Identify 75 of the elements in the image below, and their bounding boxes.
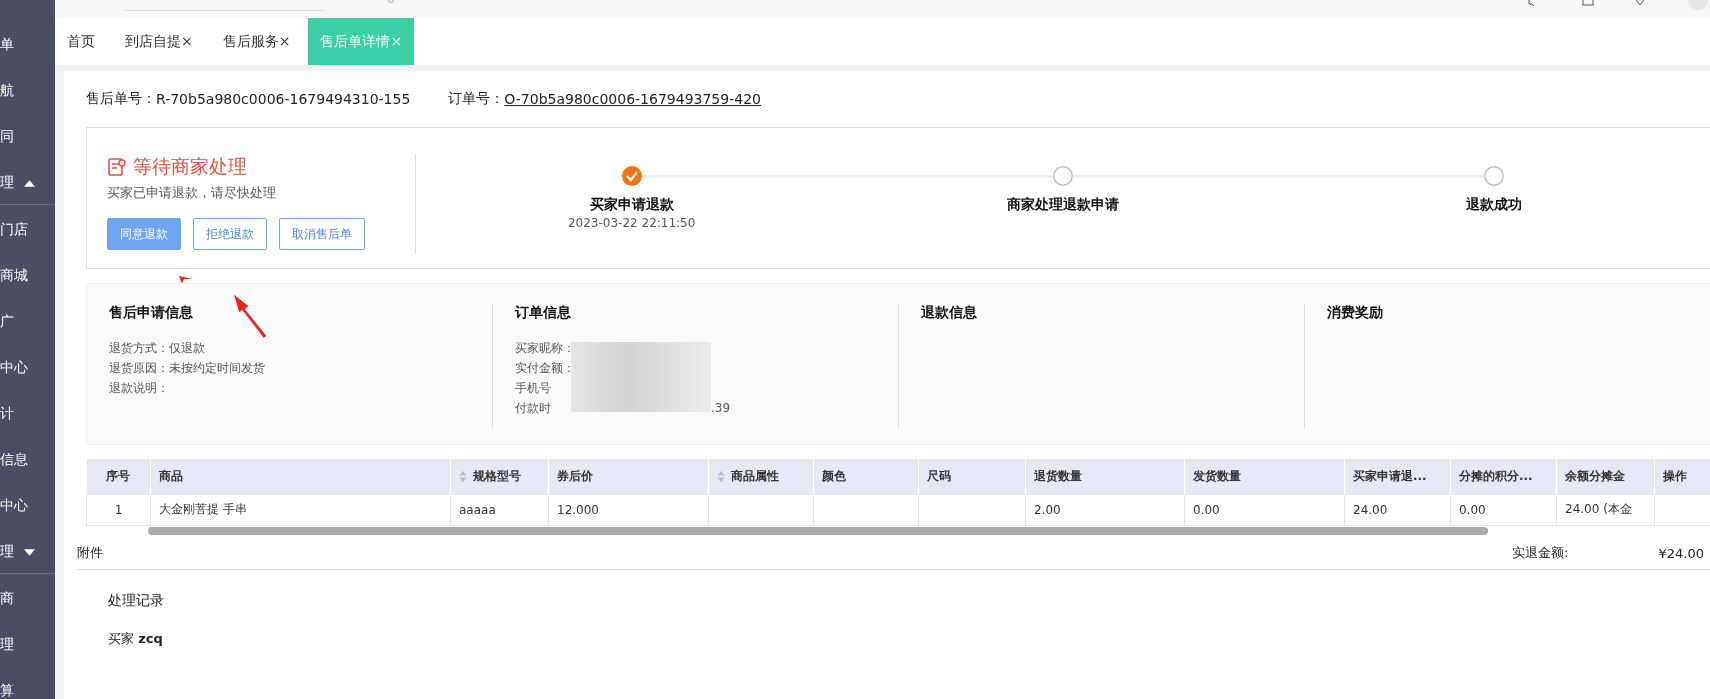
table-cell: 24.00 (本金	[1556, 494, 1655, 525]
sidebar-item[interactable]: 单	[0, 22, 55, 68]
close-icon[interactable]: ×	[278, 32, 291, 49]
sidebar-item[interactable]: 理	[0, 160, 55, 206]
refund-total-label: 实退金额:	[1512, 544, 1569, 562]
table-cell: 1	[86, 494, 151, 525]
info-text: 手机号	[515, 380, 551, 397]
table-cell: 大金刚菩提 手串	[150, 494, 451, 525]
step-label: 退款成功	[1466, 196, 1523, 214]
column-header[interactable]: 买家申请退...	[1344, 459, 1451, 494]
sidebar-item[interactable]: 航	[0, 68, 55, 114]
sidebar-item[interactable]: 门店	[0, 207, 55, 253]
table-cell	[1654, 494, 1710, 525]
column-header[interactable]: 余额分摊金	[1556, 459, 1655, 494]
refund-number-label: 售后单号：	[86, 90, 156, 108]
table-cell: 2.00	[1025, 494, 1185, 525]
column-header[interactable]: 分摊的积分...	[1450, 459, 1557, 494]
action-button[interactable]: 拒绝退款	[193, 218, 267, 250]
column-header[interactable]: 退货数量	[1025, 459, 1185, 494]
sidebar-item[interactable]: 中心	[0, 483, 55, 529]
refund-total-value: ¥24.00	[1658, 545, 1704, 561]
section-title: 订单信息	[515, 304, 572, 322]
order-number-link[interactable]: O-70b5a980c0006-1679493759-420	[504, 91, 761, 107]
status-subtitle: 买家已申请退款，请尽快处理	[107, 184, 277, 202]
step-label: 买家申请退款	[589, 196, 674, 214]
sidebar-item[interactable]: 计	[0, 391, 55, 437]
section-title: 退款信息	[921, 304, 978, 322]
sort-icon[interactable]	[459, 469, 467, 483]
record-user: zcq	[138, 631, 163, 646]
sidebar-item[interactable]: 算	[0, 668, 55, 699]
info-text: 买家昵称：	[515, 340, 575, 357]
refund-number: R-70b5a980c0006-1679494310-155	[156, 91, 411, 107]
sidebar-item[interactable]: 理	[0, 529, 55, 575]
table-cell: 24.00	[1344, 494, 1451, 525]
column-header[interactable]: 发货数量	[1184, 459, 1345, 494]
sidebar-item[interactable]: 中心	[0, 345, 55, 391]
sidebar-item[interactable]: 商	[0, 576, 55, 622]
record-role: 买家	[108, 631, 134, 646]
info-text: 退款说明：	[109, 380, 169, 397]
info-text: .39	[711, 400, 731, 417]
column-header[interactable]: 券后价	[548, 459, 709, 494]
column-header[interactable]: 颜色	[813, 459, 919, 494]
step-time: 2023-03-22 22:11:50	[567, 216, 696, 230]
sidebar-item[interactable]: 广	[0, 299, 55, 345]
close-icon[interactable]: ×	[181, 32, 193, 49]
info-text: 退货方式：仅退款	[109, 340, 205, 357]
info-text: 实付金额：	[515, 360, 575, 377]
column-header[interactable]: 操作	[1654, 459, 1710, 494]
table-cell: aaaaa	[450, 494, 549, 525]
column-header[interactable]: 序号	[86, 459, 151, 494]
section-title: 处理记录	[108, 592, 165, 610]
column-header[interactable]: 商品	[150, 459, 451, 494]
edit-note-icon	[107, 157, 127, 177]
column-header[interactable]: 商品属性	[708, 459, 814, 494]
table-cell: 12.000	[548, 494, 709, 525]
section-title: 售后申请信息	[109, 304, 194, 322]
order-number-label: 订单号：	[448, 90, 505, 108]
column-header[interactable]: 规格型号	[450, 459, 549, 494]
step-label: 商家处理退款申请	[1007, 196, 1119, 214]
table-cell: 0.00	[1450, 494, 1557, 525]
info-text: 付款时	[515, 400, 551, 417]
sidebar-item[interactable]: 信息	[0, 437, 55, 483]
column-header[interactable]: 尺码	[918, 459, 1026, 494]
sidebar-item[interactable]: 商城	[0, 253, 55, 299]
sidebar-item[interactable]: 理	[0, 622, 55, 668]
document-icon[interactable]	[1582, 0, 1594, 6]
status-title: 等待商家处理	[133, 154, 247, 179]
info-text: 退货原因：未按约定时间发货	[109, 360, 265, 377]
action-button[interactable]: 取消售后单	[279, 218, 365, 250]
scrollbar[interactable]	[148, 527, 1488, 535]
table-cell: 0.00	[1184, 494, 1345, 525]
attachments-label: 附件	[77, 544, 103, 562]
section-title: 消费奖励	[1327, 304, 1384, 322]
sidebar-item[interactable]: 同	[0, 114, 55, 160]
sort-icon[interactable]	[717, 469, 725, 483]
